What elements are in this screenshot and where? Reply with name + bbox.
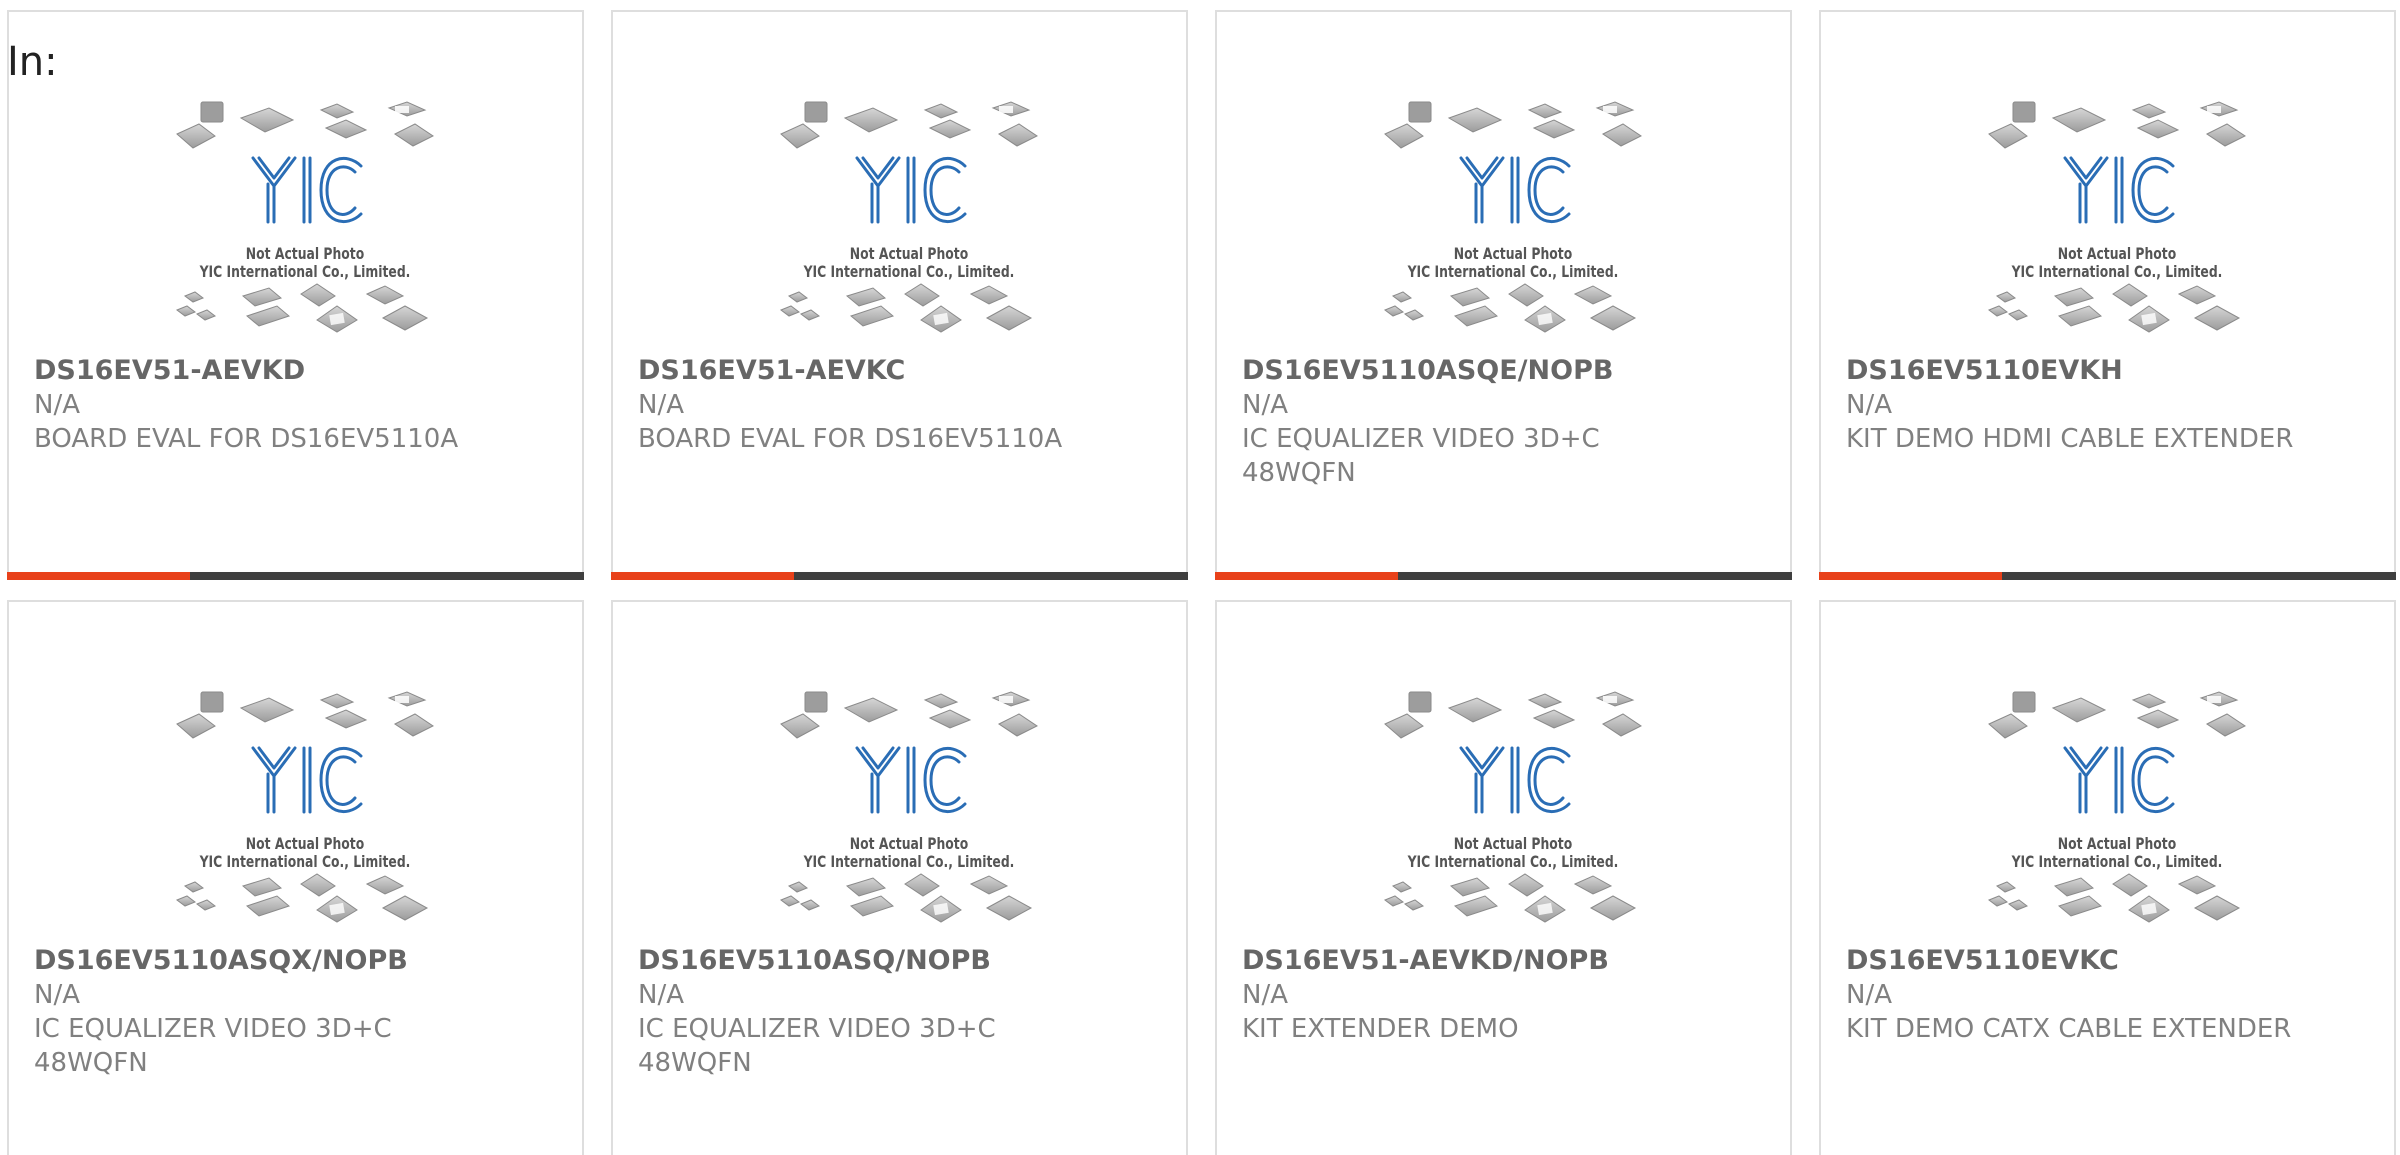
product-image-placeholder[interactable]: Not Actual Photo YIC International Co., L… [1379,690,1647,940]
image-caption-company: YIC International Co., Limited. [803,852,1015,871]
manufacturer: N/A [1846,390,1892,420]
image-caption-not-actual-photo: Not Actual Photo [2057,244,2177,263]
product-description: KIT DEMO CATX CABLE EXTENDER [1846,1014,2292,1044]
image-caption-company: YIC International Co., Limited. [199,852,411,871]
product-info: DS16EV5110ASQX/NOPB N/A IC EQUALIZER VIDEO… [34,944,564,1080]
image-caption-company: YIC International Co., Limited. [1407,262,1619,281]
image-caption-company: YIC International Co., Limited. [2011,262,2223,281]
image-caption-not-actual-photo: Not Actual Photo [1453,244,1573,263]
product-info: DS16EV51-AEVKD N/A BOARD EVAL FOR DS16EV51… [34,354,564,456]
manufacturer: N/A [1242,980,1288,1010]
manufacturer: N/A [1242,390,1288,420]
manufacturer: N/A [34,980,80,1010]
product-card[interactable]: Not Actual Photo YIC International Co., L… [7,600,584,1155]
product-card[interactable]: Not Actual Photo YIC International Co., L… [611,10,1188,580]
image-caption-company: YIC International Co., Limited. [199,262,411,281]
product-image-placeholder[interactable]: Not Actual Photo YIC International Co., L… [171,690,439,940]
card-bottom-bar [611,572,1188,580]
product-info: DS16EV51-AEVKD/NOPB N/A KIT EXTENDER DEMO [1242,944,1772,1046]
card-bottom-bar [1819,572,2396,580]
card-bottom-bar [1215,572,1792,580]
image-caption-not-actual-photo: Not Actual Photo [849,834,969,853]
image-caption-not-actual-photo: Not Actual Photo [245,834,365,853]
image-caption-not-actual-photo: Not Actual Photo [2057,834,2177,853]
product-image-placeholder[interactable]: Not Actual Photo YIC International Co., L… [775,100,1043,350]
product-card[interactable]: Not Actual Photo YIC International Co., L… [1215,600,1792,1155]
product-description: KIT EXTENDER DEMO [1242,1014,1519,1044]
product-card[interactable]: Not Actual Photo YIC International Co., L… [611,600,1188,1155]
product-results-page: In: Not Actual Photo YIC International C… [0,0,2400,1155]
product-description: BOARD EVAL FOR DS16EV5110A [638,424,1063,454]
manufacturer: N/A [638,390,684,420]
part-number-link[interactable]: DS16EV5110EVKH [1846,354,2376,388]
product-card[interactable]: Not Actual Photo YIC International Co., L… [7,10,584,580]
product-image-placeholder[interactable]: Not Actual Photo YIC International Co., L… [1379,100,1647,350]
image-caption-company: YIC International Co., Limited. [1407,852,1619,871]
image-caption-not-actual-photo: Not Actual Photo [849,244,969,263]
manufacturer: N/A [34,390,80,420]
part-number-link[interactable]: DS16EV51-AEVKD [34,354,564,388]
product-description: IC EQUALIZER VIDEO 3D+C 48WQFN [1242,424,1600,488]
product-image-placeholder[interactable]: Not Actual Photo YIC International Co., L… [1983,690,2251,940]
product-info: DS16EV5110EVKH N/A KIT DEMO HDMI CABLE EXT… [1846,354,2376,456]
card-accent-bar [1819,572,2002,580]
part-number-link[interactable]: DS16EV5110ASQE/NOPB [1242,354,1772,388]
manufacturer: N/A [1846,980,1892,1010]
product-description: IC EQUALIZER VIDEO 3D+C 48WQFN [34,1014,392,1078]
product-description: KIT DEMO HDMI CABLE EXTENDER [1846,424,2294,454]
filter-label: In: [7,39,58,85]
image-caption-company: YIC International Co., Limited. [803,262,1015,281]
part-number-link[interactable]: DS16EV51-AEVKD/NOPB [1242,944,1772,978]
product-info: DS16EV5110ASQ/NOPB N/A IC EQUALIZER VIDEO … [638,944,1168,1080]
card-bottom-bar [7,572,584,580]
product-image-placeholder[interactable]: Not Actual Photo YIC International Co., L… [775,690,1043,940]
product-card[interactable]: Not Actual Photo YIC International Co., L… [1215,10,1792,580]
image-caption-not-actual-photo: Not Actual Photo [245,244,365,263]
manufacturer: N/A [638,980,684,1010]
product-image-placeholder[interactable]: Not Actual Photo YIC International Co., L… [1983,100,2251,350]
card-accent-bar [1215,572,1398,580]
part-number-link[interactable]: DS16EV5110ASQX/NOPB [34,944,564,978]
card-accent-bar [7,572,190,580]
product-card[interactable]: Not Actual Photo YIC International Co., L… [1819,10,2396,580]
image-caption-company: YIC International Co., Limited. [2011,852,2223,871]
part-number-link[interactable]: DS16EV5110ASQ/NOPB [638,944,1168,978]
part-number-link[interactable]: DS16EV51-AEVKC [638,354,1168,388]
product-image-placeholder[interactable]: Not Actual Photo YIC International Co., L… [171,100,439,350]
card-accent-bar [611,572,794,580]
part-number-link[interactable]: DS16EV5110EVKC [1846,944,2376,978]
product-info: DS16EV51-AEVKC N/A BOARD EVAL FOR DS16EV51… [638,354,1168,456]
product-info: DS16EV5110ASQE/NOPB N/A IC EQUALIZER VIDEO… [1242,354,1772,490]
product-description: BOARD EVAL FOR DS16EV5110A [34,424,459,454]
product-info: DS16EV5110EVKC N/A KIT DEMO CATX CABLE EXT… [1846,944,2376,1046]
product-description: IC EQUALIZER VIDEO 3D+C 48WQFN [638,1014,996,1078]
image-caption-not-actual-photo: Not Actual Photo [1453,834,1573,853]
product-card[interactable]: Not Actual Photo YIC International Co., L… [1819,600,2396,1155]
